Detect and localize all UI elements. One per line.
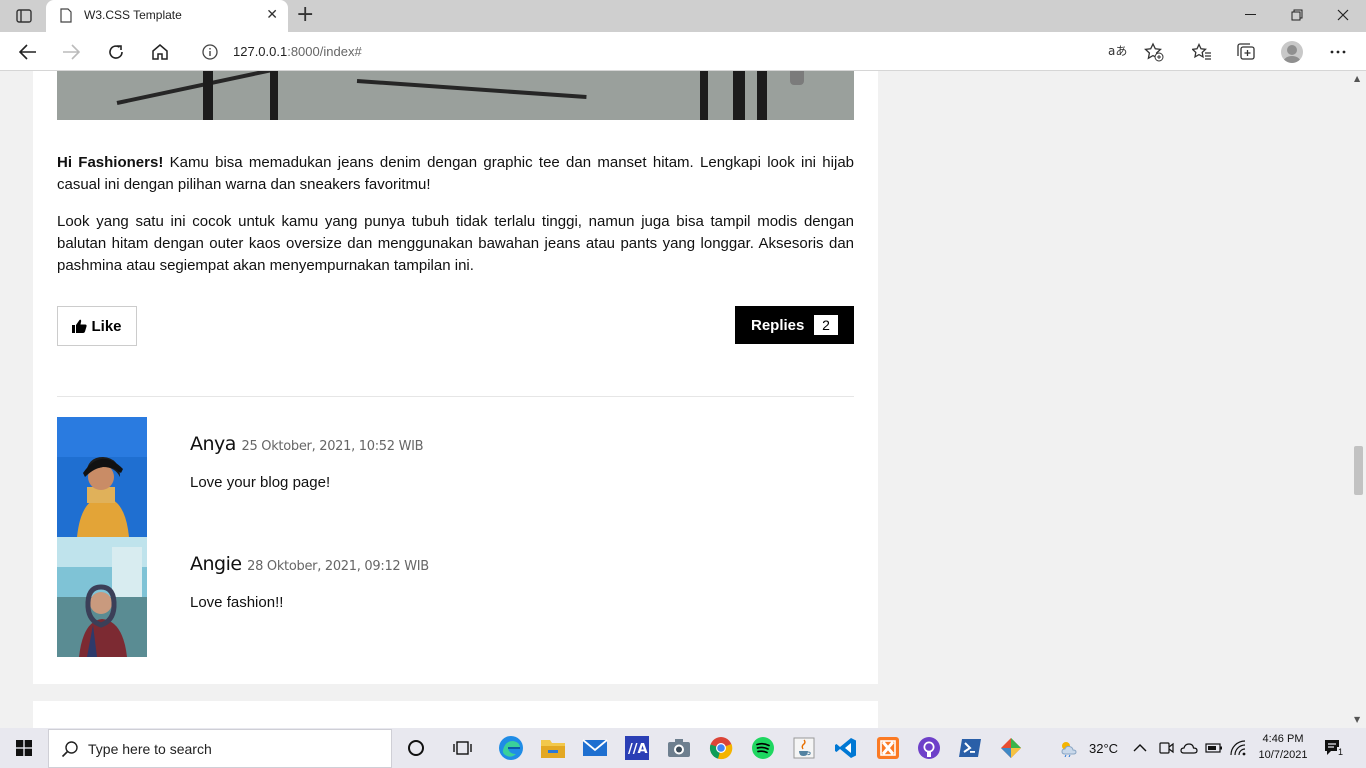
show-hidden-icons-icon[interactable] [1133, 728, 1147, 768]
clock-date: 10/7/2021 [1258, 749, 1308, 761]
taskbar-search-box[interactable]: Type here to search [48, 729, 392, 768]
thumbs-up-icon [72, 319, 88, 333]
github-icon[interactable] [915, 734, 943, 762]
chrome-icon[interactable] [707, 734, 735, 762]
file-explorer-icon[interactable] [539, 734, 567, 762]
weather-icon [1061, 742, 1077, 757]
powershell-icon[interactable] [956, 734, 984, 762]
post-image [57, 71, 854, 120]
forward-icon[interactable] [58, 39, 84, 65]
comment-item: Anya 25 Oktober, 2021, 10:52 WIB Love yo… [57, 417, 854, 537]
mail-icon[interactable] [581, 734, 609, 762]
commenter-name-text: Anya [190, 433, 236, 455]
like-button[interactable]: Like [57, 306, 137, 346]
restore-button[interactable] [1274, 0, 1320, 30]
replies-label: Replies [751, 316, 805, 334]
like-label: Like [91, 317, 122, 335]
battery-icon[interactable] [1205, 728, 1223, 768]
spotify-icon[interactable] [749, 734, 777, 762]
camera-icon[interactable] [665, 734, 693, 762]
close-tab-icon[interactable]: ✕ [266, 7, 278, 23]
commenter-avatar [57, 537, 147, 657]
git-icon[interactable] [997, 734, 1025, 762]
notifications-icon[interactable]: 1 [1323, 728, 1345, 768]
system-clock[interactable]: 4:46 PM 10/7/2021 [1252, 731, 1314, 763]
add-favorite-icon[interactable] [1144, 42, 1164, 66]
commenter-name: Anya 25 Oktober, 2021, 10:52 WIB [190, 433, 424, 455]
commenter-name-text: Angie [190, 553, 242, 575]
browser-tab-bar: W3.CSS Template ✕ + [0, 0, 1366, 32]
blog-post-card: Hi Fashioners! Kamu bisa memadukan jeans… [33, 71, 878, 684]
search-placeholder: Type here to search [88, 741, 212, 757]
read-aloud-icon[interactable]: aあ [1108, 42, 1128, 64]
comment-text: Love your blog page! [190, 474, 331, 491]
windows-taskbar: Type here to search //A 32°C 4:46 PM 10/… [0, 728, 1366, 768]
svg-text://A: //A [628, 742, 648, 757]
meet-now-icon[interactable] [1158, 728, 1174, 768]
commenter-name: Angie 28 Oktober, 2021, 09:12 WIB [190, 553, 429, 575]
autodesk-icon[interactable]: //A [623, 734, 651, 762]
scroll-up-icon[interactable]: ▲ [1354, 74, 1360, 83]
clock-time: 4:46 PM [1262, 733, 1304, 745]
replies-button[interactable]: Replies 2 [735, 306, 854, 344]
svg-text:aあ: aあ [1108, 44, 1127, 58]
tab-title: W3.CSS Template [84, 8, 182, 22]
vscode-icon[interactable] [832, 734, 860, 762]
java-icon[interactable] [790, 734, 818, 762]
post-paragraph: Look yang satu ini cocok untuk kamu yang… [57, 213, 854, 274]
url-text: 127.0.0.1:8000/index# [233, 44, 362, 59]
post-greeting: Hi Fashioners! [57, 154, 164, 171]
page-viewport: Hi Fashioners! Kamu bisa memadukan jeans… [0, 71, 1350, 728]
task-view-icon[interactable] [449, 734, 477, 762]
back-icon[interactable] [15, 39, 41, 65]
site-info-icon[interactable] [202, 44, 218, 64]
comment-item: Angie 28 Oktober, 2021, 09:12 WIB Love f… [57, 537, 854, 657]
profile-avatar[interactable] [1279, 39, 1305, 65]
refresh-icon[interactable] [103, 39, 129, 65]
onedrive-icon[interactable] [1180, 728, 1198, 768]
weather-widget[interactable]: 32°C [1058, 728, 1118, 768]
divider [57, 396, 854, 397]
xampp-icon[interactable] [874, 734, 902, 762]
wifi-icon[interactable] [1230, 728, 1246, 768]
collections-icon[interactable] [1233, 39, 1259, 65]
tab-actions-icon[interactable] [8, 5, 40, 27]
search-icon [61, 740, 79, 762]
replies-count-badge: 2 [814, 315, 838, 335]
scroll-down-icon[interactable]: ▼ [1354, 715, 1360, 724]
comment-date: 25 Oktober, 2021, 10:52 WIB [241, 439, 424, 454]
scrollbar-thumb[interactable] [1354, 446, 1363, 495]
cortana-icon[interactable] [402, 734, 430, 762]
edge-icon[interactable] [497, 734, 525, 762]
post-intro: Hi Fashioners! Kamu bisa memadukan jeans… [57, 152, 854, 196]
page-scrollbar[interactable]: ▲ ▼ [1350, 71, 1366, 728]
next-post-card [33, 701, 878, 728]
start-button[interactable] [0, 728, 48, 768]
post-intro-text: Kamu bisa memadukan jeans denim dengan g… [57, 154, 855, 193]
comment-date: 28 Oktober, 2021, 09:12 WIB [247, 559, 429, 574]
comment-text: Love fashion!! [190, 594, 284, 611]
weather-temperature: 32°C [1089, 740, 1119, 756]
more-options-icon[interactable] [1325, 39, 1351, 65]
commenter-avatar [57, 417, 147, 537]
notification-count: 1 [1337, 747, 1345, 757]
url-host: 127.0.0.1 [233, 44, 288, 59]
minimize-button[interactable] [1228, 0, 1274, 30]
close-window-button[interactable] [1320, 0, 1366, 30]
url-path: :8000/index# [287, 44, 362, 59]
favorites-icon[interactable] [1189, 39, 1215, 65]
page-icon [60, 8, 72, 27]
address-bar[interactable]: 127.0.0.1:8000/index# aあ [188, 36, 1174, 67]
home-icon[interactable] [147, 39, 173, 65]
new-tab-button[interactable]: + [296, 4, 314, 26]
browser-tab[interactable]: W3.CSS Template ✕ [46, 0, 288, 32]
browser-toolbar: 127.0.0.1:8000/index# aあ [0, 32, 1366, 71]
